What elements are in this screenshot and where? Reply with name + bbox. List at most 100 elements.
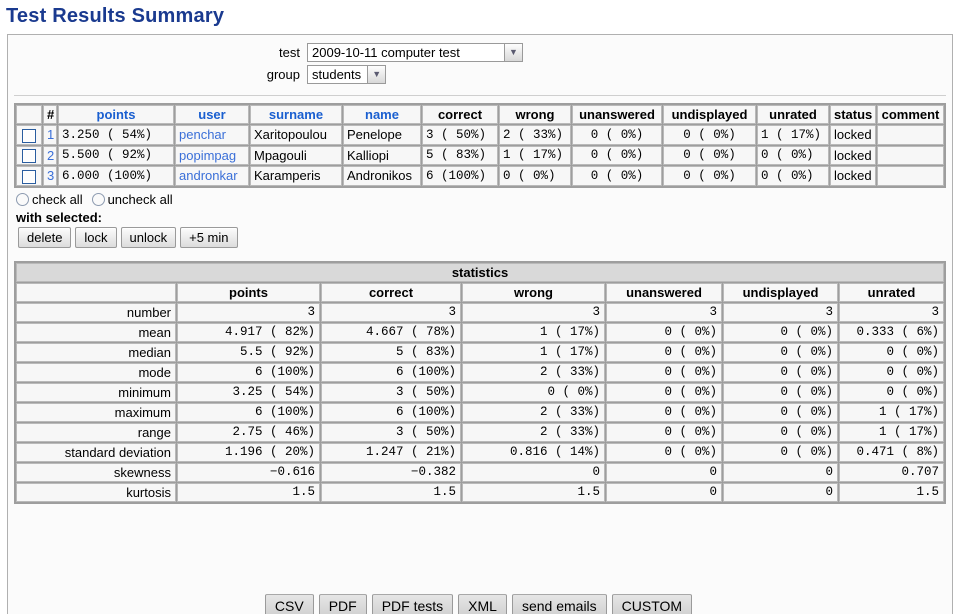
row-user[interactable]: popimpag [175, 145, 249, 166]
stats-cell: 3 [321, 302, 461, 322]
table-row: mode 6 (100%) 6 (100%) 2 ( 33%) 0 ( 0%) … [16, 362, 944, 382]
stats-cell: 1.5 [462, 482, 605, 502]
status-badge: locked [830, 166, 876, 186]
stats-cell: 3 ( 50%) [321, 422, 461, 442]
row-comment[interactable] [877, 166, 944, 186]
radio-icon[interactable] [91, 192, 105, 206]
col-name[interactable]: name [343, 105, 421, 124]
content-frame: test 2009-10-11 computer test ▼ group st… [7, 34, 953, 614]
stats-cell: 1.5 [177, 482, 320, 502]
stats-cell: 0.333 ( 6%) [839, 322, 944, 342]
statistics-header-row: points correct wrong unanswered undispla… [16, 282, 944, 302]
test-select[interactable]: 2009-10-11 computer test ▼ [307, 43, 523, 62]
group-select-label: group [266, 67, 300, 82]
delete-button[interactable]: delete [18, 226, 72, 248]
stats-cell: 5.5 ( 92%) [177, 342, 320, 362]
row-points: 3.250 ( 54%) [58, 125, 174, 145]
export-csv-button[interactable]: CSV [264, 594, 314, 614]
row-unanswered: 0 ( 0%) [572, 166, 662, 186]
stats-cell: 2 ( 33%) [462, 362, 605, 382]
stats-cell: 0 [606, 482, 722, 502]
row-user[interactable]: andronkar [175, 166, 249, 186]
statistics-table: statistics points correct wrong unanswer… [14, 260, 946, 504]
table-row: kurtosis 1.5 1.5 1.5 0 0 1.5 [16, 482, 944, 502]
stats-cell: 4.917 ( 82%) [177, 322, 320, 342]
row-comment[interactable] [877, 125, 944, 145]
stats-cell: 5 ( 83%) [321, 342, 461, 362]
status-badge: locked [830, 145, 876, 166]
row-checkbox-cell[interactable] [16, 145, 42, 166]
stats-cell: 1.5 [321, 482, 461, 502]
table-row: minimum 3.25 ( 54%) 3 ( 50%) 0 ( 0%) 0 (… [16, 382, 944, 402]
add-5-min-button[interactable]: +5 min [180, 226, 238, 248]
selection-radio-group: check all uncheck all [16, 192, 952, 207]
stats-col-blank [16, 282, 176, 302]
row-checkbox-cell[interactable] [16, 166, 42, 186]
row-unanswered: 0 ( 0%) [572, 125, 662, 145]
uncheck-all-option[interactable]: uncheck all [91, 192, 173, 207]
export-xml-button[interactable]: XML [458, 594, 507, 614]
export-buttons: CSV PDF PDF tests XML send emails CUSTOM [0, 594, 957, 614]
row-comment[interactable] [877, 145, 944, 166]
table-row: number 3 3 3 3 3 3 [16, 302, 944, 322]
row-wrong: 2 ( 33%) [499, 125, 571, 145]
test-select-row: test 2009-10-11 computer test ▼ [14, 43, 946, 62]
stats-cell: 4.667 ( 78%) [321, 322, 461, 342]
stats-col-unrated: unrated [839, 282, 944, 302]
check-all-label: check all [32, 191, 83, 207]
group-select[interactable]: students ▼ [307, 65, 387, 84]
stats-cell: 1 ( 17%) [839, 422, 944, 442]
radio-icon[interactable] [16, 192, 29, 206]
group-select-value: students [312, 67, 362, 82]
lock-button[interactable]: lock [75, 226, 117, 248]
unlock-button[interactable]: unlock [120, 226, 177, 248]
stats-cell: 3 [723, 302, 838, 322]
stats-row-label: median [16, 342, 176, 362]
row-undisplayed: 0 ( 0%) [663, 145, 756, 166]
stats-cell: 0.816 ( 14%) [462, 442, 605, 462]
row-checkbox-cell[interactable] [16, 125, 42, 145]
chevron-down-icon[interactable]: ▼ [504, 44, 522, 61]
stats-cell: 3 [177, 302, 320, 322]
export-custom-button[interactable]: CUSTOM [611, 594, 693, 614]
stats-col-unanswered: unanswered [606, 282, 722, 302]
results-header-row: # points user surname name correct wrong… [16, 105, 944, 124]
col-correct: correct [422, 105, 498, 124]
export-pdf-button[interactable]: PDF [318, 594, 367, 614]
col-points[interactable]: points [58, 105, 174, 124]
row-wrong: 0 ( 0%) [499, 166, 571, 186]
export-pdf-tests-button[interactable]: PDF tests [371, 594, 454, 614]
stats-cell: 2 ( 33%) [462, 402, 605, 422]
results-table: # points user surname name correct wrong… [14, 103, 946, 188]
stats-row-label: minimum [16, 382, 176, 402]
stats-col-wrong: wrong [462, 282, 605, 302]
row-checkbox[interactable] [22, 169, 36, 184]
row-name: Kalliopi [343, 145, 421, 166]
row-index[interactable]: 2 [43, 145, 57, 166]
check-all-option[interactable]: check all [16, 192, 83, 207]
col-comment: comment [877, 105, 944, 124]
stats-row-label: range [16, 422, 176, 442]
table-row: 1 3.250 ( 54%) penchar Xaritopoulou Pene… [16, 125, 944, 145]
row-checkbox[interactable] [22, 128, 36, 143]
col-surname[interactable]: surname [250, 105, 342, 124]
row-index[interactable]: 3 [43, 166, 57, 186]
test-selector-form: test 2009-10-11 computer test ▼ group st… [14, 35, 946, 96]
stats-cell: 0 ( 0%) [723, 442, 838, 462]
stats-cell: 0.471 ( 8%) [839, 442, 944, 462]
col-status: status [830, 105, 876, 124]
col-unanswered: unanswered [572, 105, 662, 124]
row-correct: 6 (100%) [422, 166, 498, 186]
row-user[interactable]: penchar [175, 125, 249, 145]
row-points: 5.500 ( 92%) [58, 145, 174, 166]
stats-cell: 0 [723, 482, 838, 502]
row-index[interactable]: 1 [43, 125, 57, 145]
stats-row-label: mode [16, 362, 176, 382]
stats-cell: 1 ( 17%) [462, 322, 605, 342]
col-user[interactable]: user [175, 105, 249, 124]
chevron-down-icon[interactable]: ▼ [367, 66, 386, 83]
stats-cell: 0 [462, 462, 605, 482]
row-checkbox[interactable] [22, 149, 36, 164]
send-emails-button[interactable]: send emails [511, 594, 607, 614]
stats-cell: 6 (100%) [177, 402, 320, 422]
